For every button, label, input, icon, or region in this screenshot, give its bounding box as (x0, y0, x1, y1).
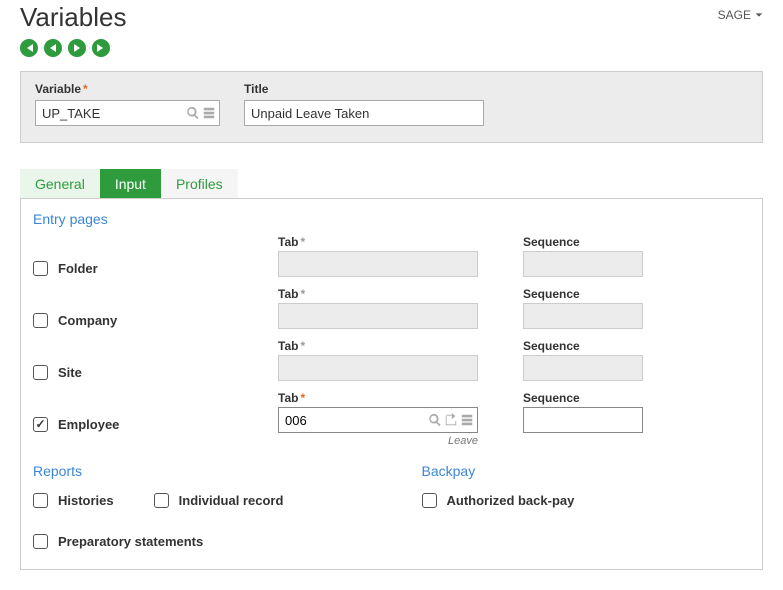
nav-next-button[interactable] (68, 39, 86, 57)
folder-tab-label: Tab* (278, 235, 523, 249)
individual-record-label: Individual record (179, 493, 284, 508)
title-input[interactable] (244, 100, 484, 126)
reports-title: Reports (33, 463, 362, 479)
chevron-down-icon (755, 11, 763, 19)
tab-input[interactable]: Input (100, 169, 161, 198)
input-panel: Entry pages Folder Tab* Sequence Company… (20, 199, 763, 570)
site-tab-input (278, 355, 478, 381)
variable-label: Variable* (35, 82, 220, 96)
nav-first-button[interactable] (20, 39, 38, 57)
tab-profiles[interactable]: Profiles (161, 169, 238, 198)
employee-label: Employee (58, 417, 119, 432)
list-icon[interactable] (460, 413, 474, 427)
preparatory-label: Preparatory statements (58, 534, 203, 549)
company-label: Company (58, 313, 117, 328)
company-tab-input (278, 303, 478, 329)
company-checkbox[interactable] (33, 313, 48, 328)
folder-checkbox[interactable] (33, 261, 48, 276)
employee-checkbox[interactable] (33, 417, 48, 432)
site-label: Site (58, 365, 82, 380)
sage-menu[interactable]: SAGE (718, 2, 763, 22)
site-checkbox[interactable] (33, 365, 48, 380)
nav-prev-button[interactable] (44, 39, 62, 57)
employee-sequence-label: Sequence (523, 391, 723, 405)
folder-label: Folder (58, 261, 98, 276)
page-title: Variables (20, 2, 126, 33)
site-tab-label: Tab* (278, 339, 523, 353)
goto-icon[interactable] (444, 413, 458, 427)
preparatory-checkbox[interactable] (33, 534, 48, 549)
search-icon[interactable] (428, 413, 442, 427)
search-icon[interactable] (186, 106, 200, 120)
title-label: Title (244, 82, 484, 96)
sage-menu-label: SAGE (718, 8, 751, 22)
site-sequence-input (523, 355, 643, 381)
employee-tab-helper: Leave (278, 435, 478, 447)
employee-sequence-input[interactable] (523, 407, 643, 433)
company-tab-label: Tab* (278, 287, 523, 301)
histories-label: Histories (58, 493, 114, 508)
entry-pages-title: Entry pages (33, 211, 750, 227)
folder-sequence-label: Sequence (523, 235, 723, 249)
list-icon[interactable] (202, 106, 216, 120)
tab-general[interactable]: General (20, 169, 100, 198)
authorized-backpay-checkbox[interactable] (422, 493, 437, 508)
company-sequence-input (523, 303, 643, 329)
tab-bar: General Input Profiles (20, 169, 763, 199)
authorized-backpay-label: Authorized back-pay (447, 493, 575, 508)
nav-last-button[interactable] (92, 39, 110, 57)
folder-tab-input (278, 251, 478, 277)
backpay-title: Backpay (422, 463, 751, 479)
site-sequence-label: Sequence (523, 339, 723, 353)
histories-checkbox[interactable] (33, 493, 48, 508)
folder-sequence-input (523, 251, 643, 277)
company-sequence-label: Sequence (523, 287, 723, 301)
individual-record-checkbox[interactable] (154, 493, 169, 508)
header-form: Variable* Title (20, 71, 763, 143)
employee-tab-label: Tab* (278, 391, 523, 405)
